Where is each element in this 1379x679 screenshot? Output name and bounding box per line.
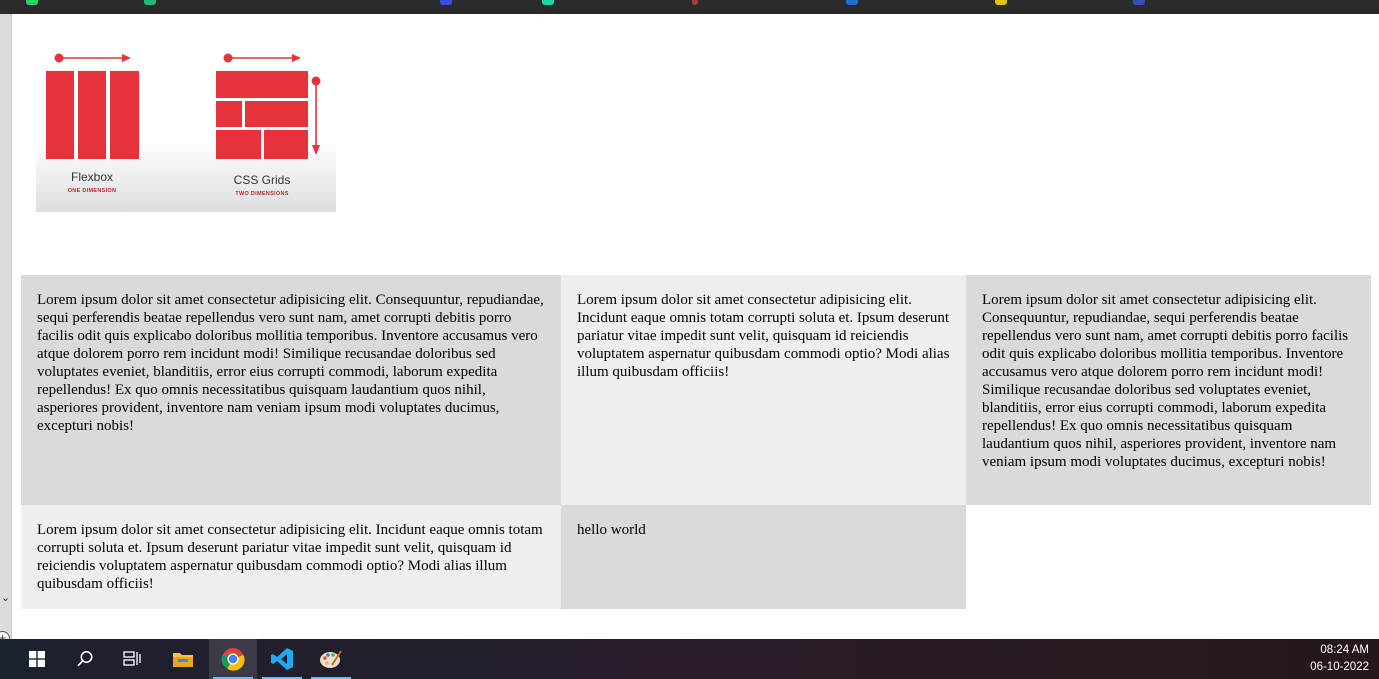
bookmarks-bar xyxy=(0,0,1379,14)
search-button[interactable] xyxy=(61,639,109,679)
task-view-button[interactable] xyxy=(109,639,157,679)
grid-subtitle: TWO DIMENSIONS xyxy=(235,191,289,197)
grid-block xyxy=(245,101,308,127)
file-explorer-icon xyxy=(173,653,193,667)
bookmark-favicon[interactable] xyxy=(26,0,38,5)
file-explorer-button[interactable] xyxy=(159,639,207,679)
chrome-icon xyxy=(221,648,245,671)
bookmark-favicon[interactable] xyxy=(542,0,554,5)
vscode-icon xyxy=(271,648,293,670)
grid-item: Lorem ipsum dolor sit amet consectetur a… xyxy=(966,275,1371,505)
flexbox-vs-grid-image: Flexbox ONE DIMENSION CSS Grids TWO DIME… xyxy=(36,28,336,212)
grid-item: Lorem ipsum dolor sit amet consectetur a… xyxy=(561,275,966,505)
chevron-down-icon[interactable]: ⌄ xyxy=(0,586,11,610)
bookmark-favicon[interactable] xyxy=(995,0,1007,5)
flexbox-caption: Flexbox ONE DIMENSION xyxy=(42,170,142,194)
vscode-button[interactable] xyxy=(258,639,306,679)
grid-title: CSS Grids xyxy=(233,173,291,187)
clock-date: 06-10-2022 xyxy=(1310,661,1369,673)
paint-button[interactable] xyxy=(307,639,355,679)
flexbox-title: Flexbox xyxy=(70,170,114,184)
content-grid: Lorem ipsum dolor sit amet consectetur a… xyxy=(21,275,1371,609)
grid-block xyxy=(216,101,242,127)
start-button[interactable] xyxy=(13,639,61,679)
bookmark-favicon[interactable] xyxy=(846,0,858,5)
bookmark-favicon[interactable] xyxy=(1133,0,1145,5)
system-clock[interactable]: 08:24 AM 06-10-2022 xyxy=(1299,642,1369,676)
grid-item: hello world xyxy=(561,505,966,609)
grid-block xyxy=(216,71,308,98)
flex-column xyxy=(110,71,139,159)
chrome-button[interactable] xyxy=(209,639,257,679)
flexbox-subtitle: ONE DIMENSION xyxy=(67,188,117,194)
bookmark-favicon[interactable] xyxy=(440,0,452,5)
bookmark-favicon[interactable] xyxy=(144,0,156,5)
side-panel-strip: ⌄ + xyxy=(0,14,12,646)
task-view-icon xyxy=(123,651,141,666)
grid-block xyxy=(216,130,261,159)
bookmark-favicon[interactable] xyxy=(692,0,698,5)
taskbar: 08:24 AM 06-10-2022 xyxy=(0,639,1379,679)
grid-item: Lorem ipsum dolor sit amet consectetur a… xyxy=(21,275,561,505)
flex-column xyxy=(46,71,74,159)
grid-item: Lorem ipsum dolor sit amet consectetur a… xyxy=(21,505,561,609)
grid-caption: CSS Grids TWO DIMENSIONS xyxy=(212,173,312,197)
grid-block xyxy=(264,130,308,159)
windows-start-icon xyxy=(29,651,45,667)
search-icon xyxy=(77,651,93,667)
flex-column xyxy=(78,71,106,159)
clock-time: 08:24 AM xyxy=(1320,644,1369,656)
paint-icon xyxy=(320,650,342,668)
